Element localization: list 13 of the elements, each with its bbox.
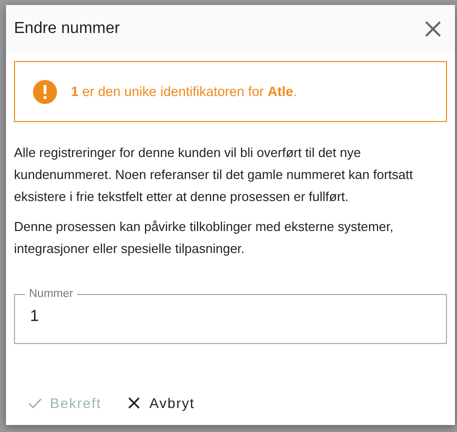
cancel-button[interactable]: Avbryt (123, 391, 199, 415)
paragraph: Denne prosessen kan påvirke tilkoblinger med eksterne systemer, integrasjoner eller spesielle tilpasninger. (14, 218, 394, 258)
number-input[interactable]: 1 (30, 300, 431, 334)
close-icon (127, 396, 142, 410)
field-label: Nummer (28, 288, 74, 300)
check-icon (28, 396, 42, 410)
number-field[interactable]: Nummer 1 (14, 288, 447, 344)
warning-icon (33, 80, 57, 104)
close-icon (423, 18, 443, 38)
alert-message: 1 er den unike identifikatoren for Atle. (71, 84, 297, 99)
paragraph: Alle registreringer for denne kunden vil bli overført til det nye kundenummeret. Noen referanser til det gamle nummeret kan fortsatt eksistere i frie tekstfelt etter at denne prosessen er fullført. (14, 144, 414, 206)
close-button[interactable] (423, 18, 443, 38)
dialog-title: Endre nummer (14, 20, 120, 38)
